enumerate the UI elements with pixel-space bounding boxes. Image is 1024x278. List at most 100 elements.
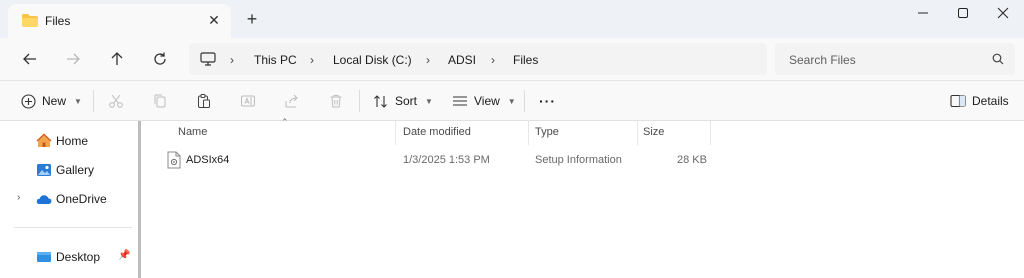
breadcrumb-local-disk[interactable]: Local Disk (C:)	[333, 53, 412, 67]
maximize-button[interactable]	[942, 0, 984, 26]
details-pane-label: Details	[972, 94, 1009, 108]
sidebar-item-desktop[interactable]: Desktop 📌	[0, 244, 136, 270]
arrow-right-icon	[67, 53, 80, 65]
gallery-icon	[37, 164, 51, 176]
cut-icon	[109, 94, 123, 108]
more-options-icon: ···	[539, 93, 556, 109]
new-button-label: New	[42, 94, 67, 108]
minimize-icon	[918, 12, 928, 14]
rename-icon	[241, 95, 255, 107]
content-area: Home Gallery › OneDrive Desktop 📌 ⌃ Name…	[0, 117, 1024, 278]
breadcrumb-this-pc[interactable]: This PC	[254, 53, 297, 67]
folder-icon	[22, 14, 38, 27]
navigation-pane: Home Gallery › OneDrive Desktop 📌	[0, 121, 138, 278]
sort-button[interactable]: Sort ▼	[373, 91, 433, 111]
chevron-down-icon: ▼	[507, 96, 516, 106]
refresh-button[interactable]	[147, 47, 173, 71]
breadcrumb-adsi[interactable]: ADSI	[448, 53, 476, 67]
command-bar: New ▼ Sort ▼ View ▼ ··· Details	[0, 80, 1024, 121]
details-pane-button[interactable]: Details	[950, 91, 1009, 111]
table-row[interactable]: ADSIx64 1/3/2025 1:53 PM Setup Informati…	[148, 149, 1024, 171]
sidebar-item-label: OneDrive	[56, 192, 107, 206]
column-header-date-modified[interactable]: Date modified	[403, 126, 471, 138]
file-type: Setup Information	[535, 154, 622, 166]
setup-information-file-icon	[167, 151, 181, 169]
chevron-right-icon[interactable]: ›	[17, 192, 20, 203]
breadcrumb-files[interactable]: Files	[513, 53, 538, 67]
refresh-icon	[154, 52, 166, 65]
more-options-button[interactable]: ···	[539, 91, 556, 111]
close-icon	[997, 7, 1009, 19]
this-pc-icon	[200, 52, 216, 66]
address-bar[interactable]: › This PC › Local Disk (C:) › ADSI › Fil…	[189, 43, 767, 75]
view-button-label: View	[474, 94, 500, 108]
sidebar-item-label: Home	[56, 134, 89, 148]
tab-files[interactable]: Files ✕	[8, 4, 231, 38]
maximize-icon	[958, 8, 968, 18]
sort-button-label: Sort	[395, 94, 418, 108]
sidebar-item-label: Desktop	[56, 250, 101, 264]
column-divider[interactable]	[528, 121, 529, 145]
new-button[interactable]: New ▼	[21, 91, 82, 111]
chevron-down-icon: ▼	[74, 96, 82, 106]
chevron-down-icon: ▼	[425, 96, 433, 106]
paste-button[interactable]	[195, 92, 213, 110]
tab-title: Files	[45, 14, 71, 28]
copy-button[interactable]	[151, 92, 169, 110]
share-button[interactable]	[283, 92, 301, 110]
column-header-name[interactable]: Name	[178, 126, 207, 138]
details-pane-icon	[950, 94, 966, 108]
plus-circle-icon	[21, 93, 36, 109]
file-name[interactable]: ADSIx64	[186, 154, 229, 166]
breadcrumb-separator: ›	[491, 53, 495, 67]
paste-icon	[198, 94, 210, 108]
sidebar-item-gallery[interactable]: Gallery	[0, 157, 136, 183]
desktop-icon	[37, 252, 51, 262]
file-size: 28 KB	[677, 154, 707, 166]
sort-ascending-icon: ⌃	[281, 117, 289, 127]
navigation-bar: › This PC › Local Disk (C:) › ADSI › Fil…	[0, 38, 1024, 80]
forward-button[interactable]	[60, 47, 86, 71]
file-date-modified: 1/3/2025 1:53 PM	[403, 154, 490, 166]
up-button[interactable]	[104, 47, 130, 71]
copy-icon	[154, 94, 166, 108]
title-bar: Files ✕ +	[0, 0, 1024, 38]
search-input[interactable]: Search Files	[789, 53, 856, 67]
home-icon	[36, 133, 52, 147]
sort-icon	[374, 94, 387, 108]
onedrive-icon	[36, 195, 52, 204]
new-tab-button[interactable]: +	[242, 9, 262, 29]
trash-icon	[330, 95, 342, 108]
column-header-type[interactable]: Type	[535, 126, 559, 138]
breadcrumb-separator: ›	[230, 53, 234, 67]
minimize-button[interactable]	[902, 0, 944, 26]
sidebar-item-home[interactable]: Home	[0, 128, 136, 154]
breadcrumb-separator: ›	[426, 53, 430, 67]
search-box[interactable]: Search Files	[775, 43, 1015, 75]
cut-button[interactable]	[107, 92, 125, 110]
toolbar-divider	[359, 90, 360, 112]
column-divider[interactable]	[637, 121, 638, 145]
back-button[interactable]	[17, 47, 43, 71]
sidebar-item-label: Gallery	[56, 163, 95, 177]
navigation-pane-scrollbar[interactable]	[138, 121, 141, 278]
view-button[interactable]: View ▼	[452, 91, 516, 111]
sidebar-item-onedrive[interactable]: › OneDrive	[0, 186, 136, 212]
rename-button[interactable]	[239, 92, 257, 110]
search-icon	[992, 53, 1004, 65]
arrow-up-icon	[111, 52, 123, 65]
toolbar-divider	[524, 90, 525, 112]
view-list-icon	[453, 96, 467, 106]
delete-button[interactable]	[327, 92, 345, 110]
share-icon	[285, 94, 298, 108]
column-divider[interactable]	[395, 121, 396, 145]
arrow-left-icon	[23, 53, 36, 65]
tab-close-icon[interactable]: ✕	[205, 11, 223, 29]
pin-icon[interactable]: 📌	[118, 250, 130, 261]
sidebar-divider	[14, 227, 132, 228]
breadcrumb-separator: ›	[310, 53, 314, 67]
column-divider[interactable]	[710, 121, 711, 145]
toolbar-divider	[93, 90, 94, 112]
column-header-size[interactable]: Size	[643, 126, 664, 138]
close-window-button[interactable]	[982, 0, 1024, 26]
